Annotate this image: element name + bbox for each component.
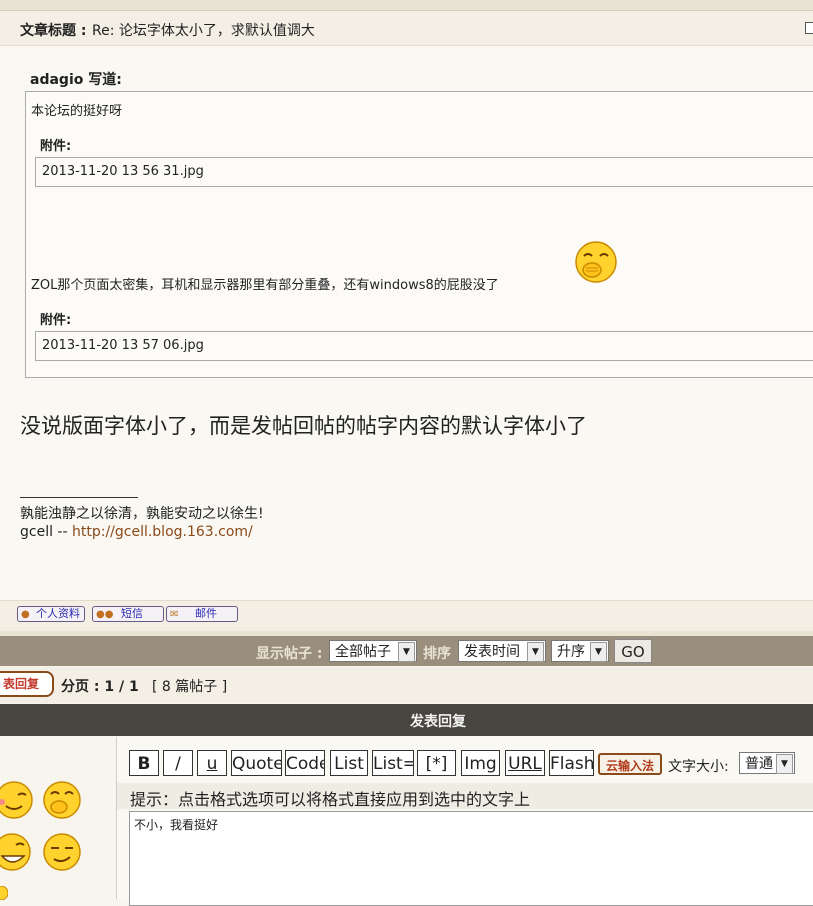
grin-smiley-icon[interactable] — [0, 832, 32, 872]
top-strip — [0, 0, 813, 11]
message-button-label: 短信 — [121, 607, 143, 620]
attachment-file-2[interactable]: 2013-11-20 13 57 06.jpg — [42, 338, 204, 353]
flash-button[interactable]: Flash — [549, 750, 594, 776]
show-posts-value: 全部帖子 — [335, 644, 391, 660]
list-button[interactable]: List — [330, 750, 368, 776]
quote-text-1: 本论坛的挺好呀 — [31, 104, 123, 119]
signature-link[interactable]: http://gcell.blog.163.com/ — [72, 524, 253, 540]
attachment-label-1: 附件: — [40, 139, 72, 154]
list-ordered-button[interactable]: List= — [372, 750, 414, 776]
font-size-label: 文字大小: — [668, 759, 729, 775]
signature-divider — [20, 497, 138, 498]
post-count: [ 8 篇帖子 ] — [152, 679, 228, 695]
sort-select[interactable]: 发表时间 ▼ — [458, 640, 546, 662]
wink-smiley-icon[interactable] — [0, 780, 34, 820]
signature-text: 孰能浊静之以徐清，孰能安动之以徐生! — [20, 506, 264, 522]
profile-button-label: 个人资料 — [36, 607, 80, 620]
font-size-select[interactable]: 普通 ▼ — [739, 752, 795, 774]
email-button-label: 邮件 — [195, 607, 217, 620]
post-title-label: 文章标题 : — [20, 23, 87, 39]
chevron-down-icon: ▼ — [398, 642, 415, 662]
sort-label: 排序 — [423, 646, 451, 662]
underline-button[interactable]: u — [197, 750, 227, 776]
italic-button[interactable]: / — [163, 750, 193, 776]
quote-author: adagio 写道: — [30, 72, 122, 88]
quote-text-2: ZOL那个页面太密集，耳机和显示器那里有部分重叠，还有windows8的屁股没了 — [31, 278, 499, 293]
sort-value: 发表时间 — [464, 644, 520, 660]
list-item-button[interactable]: [*] — [417, 750, 456, 776]
show-posts-select[interactable]: 全部帖子 ▼ — [329, 640, 417, 662]
message-button[interactable]: ●● 短信 — [92, 606, 164, 622]
go-button[interactable]: GO — [614, 639, 652, 663]
cover-mouth-smiley-icon[interactable] — [42, 780, 82, 820]
users-icon: ●● — [96, 609, 114, 620]
format-hint: 提示：点击格式选项可以将格式直接应用到选中的文字上 — [130, 790, 531, 809]
order-value: 升序 — [557, 644, 585, 660]
signature-link-row: gcell -- http://gcell.blog.163.com/ — [20, 524, 253, 540]
profile-button[interactable]: ● 个人资料 — [17, 606, 85, 622]
user-icon: ● — [21, 609, 30, 620]
signature-prefix: gcell -- — [20, 524, 72, 540]
reply-title: 发表回复 — [410, 714, 466, 730]
bold-button[interactable]: B — [129, 750, 159, 776]
page-value: 1 / 1 — [104, 679, 139, 695]
reply-textarea[interactable]: 不小，我看挺好 — [129, 811, 813, 906]
attachment-file-1[interactable]: 2013-11-20 13 56 31.jpg — [42, 164, 204, 179]
url-button[interactable]: URL — [505, 750, 545, 776]
img-button[interactable]: Img — [461, 750, 500, 776]
post-title: Re: 论坛字体太小了，求默认值调大 — [92, 23, 315, 39]
attachment-label-2: 附件: — [40, 313, 72, 328]
post-link-icon[interactable] — [805, 22, 813, 34]
code-button[interactable]: Code — [285, 750, 325, 776]
email-button[interactable]: ✉ 邮件 — [166, 606, 238, 622]
chevron-down-icon: ▼ — [776, 754, 793, 774]
quote-button[interactable]: Quote — [231, 750, 282, 776]
smirk-smiley-icon[interactable] — [42, 832, 82, 872]
order-select[interactable]: 升序 ▼ — [551, 640, 609, 662]
cloud-input-button[interactable]: 云输入法 — [598, 753, 662, 775]
cover-mouth-smiley-icon — [575, 241, 617, 283]
post-reply-button[interactable]: 表回复 — [0, 671, 54, 697]
show-posts-label: 显示帖子 : — [256, 646, 323, 662]
font-size-value: 普通 — [745, 756, 773, 772]
envelope-icon: ✉ — [170, 609, 179, 620]
post-body-text: 没说版面字体小了，而是发帖回帖的帖字内容的默认字体小了 — [20, 414, 587, 438]
page-label: 分页 : — [61, 679, 100, 695]
page-indicator: 分页 : 1 / 1 — [61, 676, 139, 696]
chevron-down-icon: ▼ — [590, 642, 607, 662]
smiley-icon[interactable] — [0, 886, 8, 900]
chevron-down-icon: ▼ — [527, 642, 544, 662]
